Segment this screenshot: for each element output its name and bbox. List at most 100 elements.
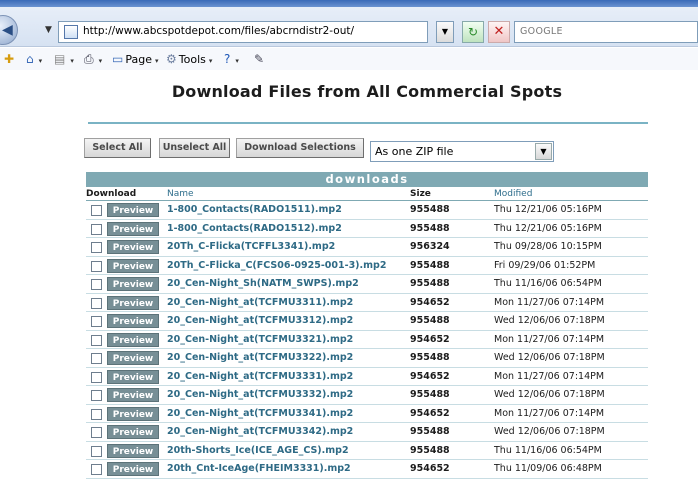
feeds-button[interactable]: ▤ ▾ [54,50,74,68]
preview-button[interactable]: Preview [107,203,159,217]
file-name-link[interactable]: 20_Cen-Night_at(TCFMU3332).mp2 [167,389,353,400]
help-icon: ? [224,52,231,66]
file-modified-date: Fri 09/29/06 01:52PM [494,259,596,271]
select-file-checkbox[interactable] [91,205,102,216]
select-file-checkbox[interactable] [91,464,102,475]
select-file-checkbox[interactable] [91,316,102,327]
file-name-link[interactable]: 20_Cen-Night_at(TCFMU3331).mp2 [167,371,353,382]
select-file-checkbox[interactable] [91,260,102,272]
preview-button[interactable]: Preview [107,258,159,273]
stop-button[interactable]: ✕ [488,21,510,43]
column-header-name[interactable]: Name [167,187,194,201]
chevron-down-icon: ▾ [208,57,213,65]
back-arrow-icon: ◀ [2,22,13,38]
file-size: 955488 [410,352,450,363]
file-name-link[interactable]: 20th_Cnt-IceAge(FHEIM3331).mp2 [167,463,351,474]
file-modified-date: Wed 12/06/06 07:18PM [494,389,605,400]
tools-menu-button[interactable]: ⚙ Tools ▾ [166,50,212,68]
file-modified-date: Wed 12/06/06 07:18PM [494,426,605,437]
archive-format-select[interactable]: As one ZIP file ▼ [370,141,554,162]
chevron-down-icon[interactable]: ▼ [535,143,552,160]
preview-button[interactable]: Preview [107,277,159,291]
add-favorite-icon: ✚ [4,52,15,66]
address-bar[interactable]: http://www.abcspotdepot.com/files/abcrnd… [58,21,428,43]
file-name-link[interactable]: 1-800_Contacts(RADO1511).mp2 [167,204,342,215]
file-name-link[interactable]: 20_Cen-Night_at(TCFMU3321).mp2 [167,334,353,345]
feeds-icon: ▤ [54,52,66,66]
table-row: Preview 20_Cen-Night_at(TCFMU3321).mp2 954… [86,331,648,349]
preview-button[interactable]: Preview [107,443,159,458]
help-button[interactable]: ? ▾ [224,50,239,68]
gear-icon: ⚙ [166,52,177,66]
preview-button[interactable]: Preview [107,369,159,384]
table-row: Preview 20_Cen-Night_at(TCFMU3342).mp2 955… [86,423,648,442]
print-button[interactable]: ⎙ ▾ [84,50,102,68]
history-dropdown-icon[interactable]: ▼ [45,25,52,35]
download-selections-button[interactable]: Download Selections [236,138,364,158]
preview-button[interactable]: Preview [107,314,159,328]
select-file-checkbox[interactable] [91,223,102,235]
file-name-link[interactable]: 20th-Shorts_Ice(ICE_AGE_CS).mp2 [167,445,349,456]
file-modified-date: Thu 11/16/06 06:54PM [494,278,602,289]
file-modified-date: Mon 11/27/06 07:14PM [494,333,605,345]
file-name-link[interactable]: 20_Cen-Night_Sh(NATM_SWPS).mp2 [167,278,359,289]
navigation-bar: ◀ ▼ http://www.abcspotdepot.com/files/ab… [0,7,698,47]
table-row: Preview 20_Cen-Night_at(TCFMU3341).mp2 954… [86,405,648,423]
archive-format-value: As one ZIP file [375,145,454,158]
file-name-link[interactable]: 20_Cen-Night_at(TCFMU3341).mp2 [167,408,353,419]
select-file-checkbox[interactable] [91,408,102,420]
preview-button[interactable]: Preview [107,462,159,476]
select-file-checkbox[interactable] [91,334,102,346]
file-name-link[interactable]: 20_Cen-Night_at(TCFMU3342).mp2 [167,426,353,437]
select-file-checkbox[interactable] [91,427,102,438]
browser-chrome: ◀ ▼ http://www.abcspotdepot.com/files/ab… [0,0,698,86]
preview-button[interactable]: Preview [107,406,159,421]
preview-button[interactable]: Preview [107,425,159,439]
select-all-button[interactable]: Select All [84,138,151,158]
address-dropdown-button[interactable]: ▼ [436,21,454,43]
select-file-checkbox[interactable] [91,353,102,364]
file-name-link[interactable]: 20Th_C-Flicka_C(FCS06-0925-001-3).mp2 [167,260,386,271]
file-size: 954652 [410,463,450,474]
search-provider-text: GOOGLE [520,26,563,37]
preview-button[interactable]: Preview [107,332,159,347]
preview-button[interactable]: Preview [107,240,159,254]
file-name-link[interactable]: 20_Cen-Night_at(TCFMU3322).mp2 [167,352,353,363]
tools-menu-label: Tools [178,53,206,66]
file-size: 955488 [410,278,450,289]
table-row: Preview 20_Cen-Night_at(TCFMU3331).mp2 954… [86,368,648,386]
page-menu-button[interactable]: ▭ Page ▾ [112,50,159,68]
file-name-link[interactable]: 20Th_C-Flicka(TCFFL3341).mp2 [167,241,335,252]
refresh-button[interactable]: ↻ [462,21,484,43]
preview-button[interactable]: Preview [107,351,159,365]
favorites-button[interactable]: ✚ [4,50,16,68]
preview-button[interactable]: Preview [107,388,159,402]
chevron-down-icon: ▾ [38,57,43,65]
preview-button[interactable]: Preview [107,295,159,310]
file-name-link[interactable]: 20_Cen-Night_at(TCFMU3311).mp2 [167,297,353,308]
unselect-all-button[interactable]: Unselect All [159,138,230,158]
home-button[interactable]: ⌂ ▾ [26,50,42,68]
chevron-down-icon: ▾ [98,57,103,65]
column-header-size: Size [410,189,431,199]
research-icon: ✎ [254,52,265,66]
select-file-checkbox[interactable] [91,279,102,290]
back-button[interactable]: ◀ [0,15,18,45]
search-input[interactable]: GOOGLE [514,21,698,43]
select-file-checkbox[interactable] [91,390,102,401]
file-modified-date: Thu 11/16/06 06:54PM [494,444,602,456]
select-file-checkbox[interactable] [91,242,102,253]
chevron-down-icon: ▾ [70,57,74,65]
column-header-modified[interactable]: Modified [494,187,532,201]
file-size: 955488 [410,259,450,271]
select-file-checkbox[interactable] [91,445,102,457]
preview-button[interactable]: Preview [107,221,159,236]
research-button[interactable]: ✎ [254,50,266,68]
file-name-link[interactable]: 20_Cen-Night_at(TCFMU3312).mp2 [167,315,353,326]
select-file-checkbox[interactable] [91,297,102,309]
select-file-checkbox[interactable] [91,371,102,383]
table-row: Preview 1-800_Contacts(RADO1512).mp2 95548… [86,220,648,238]
file-name-link[interactable]: 1-800_Contacts(RADO1512).mp2 [167,223,342,234]
column-header-download: Download [86,189,137,199]
table-row: Preview 20_Cen-Night_at(TCFMU3312).mp2 955… [86,312,648,331]
